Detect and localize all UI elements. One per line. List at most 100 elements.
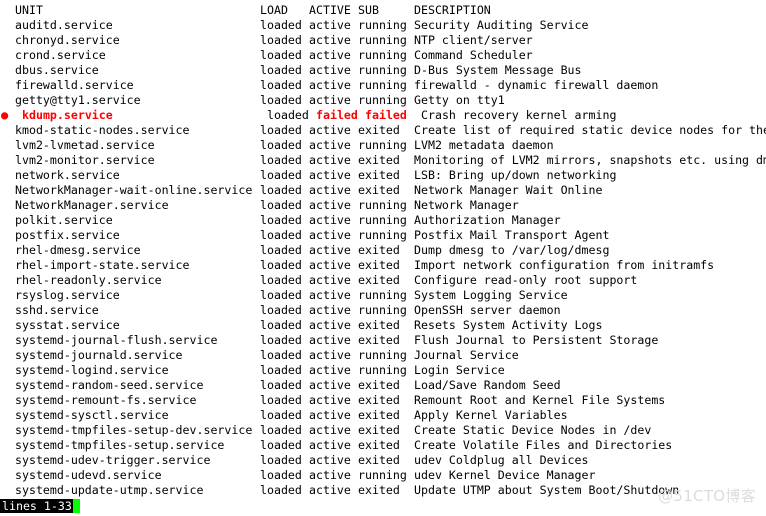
column-header-description: DESCRIPTION [414,3,491,17]
unit-row: network.service loaded active exited LSB: Br… [1,168,766,183]
unit-active-state: active [309,33,351,47]
unit-row: firewalld.service loaded active running fire… [1,78,766,93]
unit-sub-state: running [358,48,407,62]
unit-sub-state: exited [358,183,400,197]
unit-row: postfix.service loaded active running Postfi… [1,228,766,243]
unit-row: systemd-update-utmp.service loaded active e… [1,483,766,498]
unit-sub-state: exited [358,258,400,272]
unit-load-state: loaded [260,483,302,497]
unit-active-state: active [309,438,351,452]
unit-name: dbus.service [15,63,99,77]
unit-sub-state: running [358,198,407,212]
unit-name: network.service [15,168,120,182]
unit-sub-state: failed [365,108,407,122]
unit-row: getty@tty1.service loaded active running Get… [1,93,766,108]
unit-sub-state: exited [358,453,400,467]
unit-description: LVM2 metadata daemon [414,138,554,152]
unit-description: Security Auditing Service [414,18,589,32]
unit-name: rhel-import-state.service [15,258,190,272]
unit-sub-state: exited [358,318,400,332]
unit-name: systemd-udevd.service [15,468,162,482]
unit-description: Resets System Activity Logs [414,318,603,332]
unit-active-state: active [309,318,351,332]
unit-active-state: active [309,78,351,92]
unit-load-state: loaded [260,33,302,47]
unit-row: systemd-sysctl.service loaded active exited… [1,408,766,423]
unit-row: systemd-remount-fs.service loaded active ex… [1,393,766,408]
unit-description: Create Volatile Files and Directories [414,438,673,452]
unit-description: System Logging Service [414,288,568,302]
unit-sub-state: exited [358,153,400,167]
unit-row: lvm2-monitor.service loaded active exited Mo… [1,153,766,168]
unit-active-state: active [309,93,351,107]
unit-active-state: active [309,258,351,272]
unit-sub-state: running [358,63,407,77]
unit-row: rhel-readonly.service loaded active exited C… [1,273,766,288]
unit-active-state: active [309,333,351,347]
unit-row: NetworkManager-wait-online.service loaded… [1,183,766,198]
unit-load-state: loaded [260,63,302,77]
unit-active-state: active [309,153,351,167]
unit-sub-state: exited [358,168,400,182]
unit-active-state: active [309,408,351,422]
unit-description: udev Kernel Device Manager [414,468,596,482]
unit-load-state: loaded [260,318,302,332]
unit-row: systemd-tmpfiles-setup.service loaded acti… [1,438,766,453]
unit-name: systemd-sysctl.service [15,408,169,422]
unit-description: Postfix Mail Transport Agent [414,228,610,242]
unit-name: systemd-journal-flush.service [15,333,218,347]
column-header-active: ACTIVE [309,3,351,17]
unit-description: Dump dmesg to /var/log/dmesg [414,243,610,257]
unit-load-state: loaded [260,363,302,377]
unit-load-state: loaded [260,423,302,437]
unit-active-state: active [309,393,351,407]
unit-name: lvm2-monitor.service [15,153,155,167]
unit-row: lvm2-lvmetad.service loaded active running L… [1,138,766,153]
unit-name: NetworkManager.service [15,198,169,212]
unit-name: systemd-tmpfiles-setup.service [15,438,225,452]
unit-sub-state: exited [358,273,400,287]
unit-row: rsyslog.service loaded active running System… [1,288,766,303]
unit-active-state: active [309,198,351,212]
unit-sub-state: running [358,78,407,92]
unit-sub-state: running [358,288,407,302]
unit-load-state: loaded [260,273,302,287]
unit-active-state: active [309,288,351,302]
unit-sub-state: running [358,468,407,482]
unit-load-state: loaded [260,453,302,467]
unit-description: D-Bus System Message Bus [414,63,582,77]
unit-load-state: loaded [260,153,302,167]
unit-active-state: active [309,18,351,32]
unit-description: Network Manager [414,198,519,212]
unit-description: LSB: Bring up/down networking [414,168,617,182]
unit-list: auditd.service loaded active running Securit… [1,18,766,498]
column-header-unit: UNIT [15,3,43,17]
unit-name: postfix.service [15,228,120,242]
unit-sub-state: exited [358,243,400,257]
column-header-sub: SUB [358,3,379,17]
unit-active-state: active [309,168,351,182]
unit-name: rhel-dmesg.service [15,243,141,257]
unit-description: Remount Root and Kernel File Systems [414,393,666,407]
unit-active-state: active [309,183,351,197]
unit-sub-state: running [358,33,407,47]
unit-active-state: active [309,378,351,392]
unit-row: kmod-static-nodes.service loaded active exi… [1,123,766,138]
unit-name: firewalld.service [15,78,134,92]
unit-load-state: loaded [260,168,302,182]
unit-name: lvm2-lvmetad.service [15,138,155,152]
unit-sub-state: exited [358,483,400,497]
unit-active-state: active [309,363,351,377]
unit-row: systemd-journald.service loaded active runn… [1,348,766,363]
unit-name: polkit.service [15,213,113,227]
unit-description: Getty on tty1 [414,93,505,107]
unit-description: udev Coldplug all Devices [414,453,589,467]
unit-description: Create list of required static device no… [414,123,766,137]
unit-description: Flush Journal to Persistent Storage [414,333,659,347]
unit-active-state: failed [316,108,358,122]
unit-load-state: loaded [260,213,302,227]
unit-load-state: loaded [260,78,302,92]
unit-active-state: active [309,243,351,257]
column-header-row: UNIT LOAD ACTIVE SUB DESCRIPTION [1,3,766,18]
unit-active-state: active [309,303,351,317]
